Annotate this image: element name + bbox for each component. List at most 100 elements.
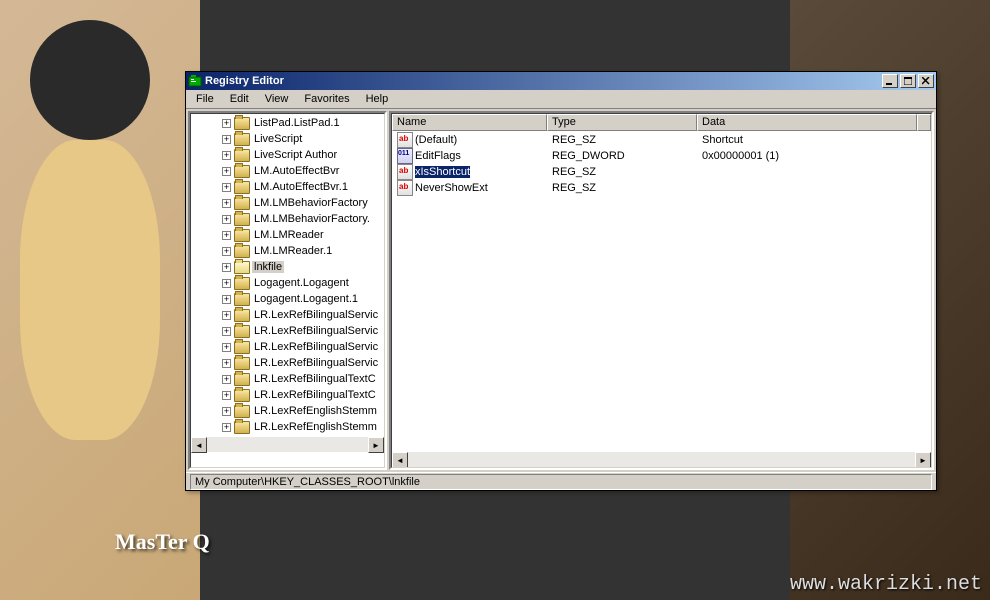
menu-view[interactable]: View xyxy=(257,91,297,107)
registry-tree[interactable]: +ListPad.ListPad.1+LiveScript+LiveScript… xyxy=(191,114,384,436)
tree-item[interactable]: +LR.LexRefBilingualServic xyxy=(192,307,383,323)
tree-item-label: LR.LexRefBilingualTextC xyxy=(252,389,378,401)
scroll-left-button[interactable]: ◄ xyxy=(191,437,207,453)
expand-icon[interactable]: + xyxy=(222,359,231,368)
value-data: Shortcut xyxy=(698,134,918,146)
scroll-right-button[interactable]: ► xyxy=(915,452,931,468)
tree-item-label: LR.LexRefEnglishStemm xyxy=(252,421,379,433)
maximize-button[interactable] xyxy=(900,74,916,88)
tree-item[interactable]: + LR.LexRefBilingualTextC xyxy=(192,387,383,403)
tree-item-label: LR.LexRefBilingualServic xyxy=(252,341,380,353)
expand-icon[interactable]: + xyxy=(222,375,231,384)
menu-help[interactable]: Help xyxy=(358,91,397,107)
value-type: REG_SZ xyxy=(548,166,698,178)
expand-icon[interactable]: + xyxy=(222,295,231,304)
status-path: My Computer\HKEY_CLASSES_ROOT\lnkfile xyxy=(190,474,932,490)
tree-item[interactable]: +LM.LMReader.1 xyxy=(192,243,383,259)
tree-item[interactable]: + LiveScript Author xyxy=(192,147,383,163)
tree-item[interactable]: + LM.LMReader xyxy=(192,227,383,243)
tree-horizontal-scrollbar[interactable]: ◄ ► xyxy=(191,436,384,452)
folder-icon xyxy=(234,309,250,322)
tree-item-label: Logagent.Logagent xyxy=(252,277,351,289)
value-name: NeverShowExt xyxy=(415,182,488,194)
tree-item[interactable]: + LR.LexRefBilingualServic xyxy=(192,355,383,371)
string-value-icon xyxy=(397,132,413,148)
tree-item[interactable]: +LiveScript xyxy=(192,131,383,147)
value-name: (Default) xyxy=(415,134,457,146)
tree-item[interactable]: + LM.LMBehaviorFactory xyxy=(192,195,383,211)
menu-file[interactable]: File xyxy=(188,91,222,107)
scroll-left-button[interactable]: ◄ xyxy=(392,452,408,468)
value-type: REG_SZ xyxy=(548,134,698,146)
tree-item-label: LR.LexRefBilingualServic xyxy=(252,325,380,337)
tree-item[interactable]: + Logagent.Logagent.1 xyxy=(192,291,383,307)
value-row[interactable]: EditFlagsREG_DWORD0x00000001 (1) xyxy=(393,148,930,164)
column-header[interactable]: Name xyxy=(392,114,547,131)
menu-edit[interactable]: Edit xyxy=(222,91,257,107)
tree-item[interactable]: + LR.LexRefBilingualServic xyxy=(192,323,383,339)
tree-item-label: LiveScript Author xyxy=(252,149,339,161)
close-button[interactable] xyxy=(918,74,934,88)
tree-pane: +ListPad.ListPad.1+LiveScript+LiveScript… xyxy=(188,111,387,470)
folder-icon xyxy=(234,229,250,242)
window-title: Registry Editor xyxy=(205,75,880,87)
expand-icon[interactable]: + xyxy=(222,183,231,192)
folder-icon xyxy=(234,357,250,370)
tree-item-label: LM.LMReader xyxy=(252,229,326,241)
folder-icon xyxy=(234,181,250,194)
list-horizontal-scrollbar[interactable]: ◄ ► xyxy=(392,451,931,467)
value-type: REG_DWORD xyxy=(548,150,698,162)
folder-icon xyxy=(234,325,250,338)
expand-icon[interactable]: + xyxy=(222,263,231,272)
expand-icon[interactable]: + xyxy=(222,343,231,352)
expand-icon[interactable]: + xyxy=(222,279,231,288)
value-row[interactable]: xIsShortcutREG_SZ xyxy=(393,164,930,180)
tree-item[interactable]: +LM.AutoEffectBvr.1 xyxy=(192,179,383,195)
folder-icon xyxy=(234,117,250,130)
tree-item[interactable]: +LR.LexRefEnglishStemm xyxy=(192,403,383,419)
expand-icon[interactable]: + xyxy=(222,391,231,400)
tree-item[interactable]: + LR.LexRefBilingualServic xyxy=(192,339,383,355)
values-list[interactable]: (Default)REG_SZShortcutEditFlagsREG_DWOR… xyxy=(392,131,931,451)
tree-item-label: LM.LMBehaviorFactory xyxy=(252,197,370,209)
watermark-url: www.wakrizki.net xyxy=(790,573,982,596)
expand-icon[interactable]: + xyxy=(222,119,231,128)
expand-icon[interactable]: + xyxy=(222,327,231,336)
titlebar[interactable]: Registry Editor xyxy=(186,72,936,90)
folder-icon xyxy=(234,373,250,386)
folder-icon xyxy=(234,341,250,354)
value-row[interactable]: NeverShowExtREG_SZ xyxy=(393,180,930,196)
expand-icon[interactable]: + xyxy=(222,311,231,320)
column-header[interactable]: Type xyxy=(547,114,697,131)
scroll-track[interactable] xyxy=(207,437,368,452)
tree-item[interactable]: +lnkfile xyxy=(192,259,383,275)
expand-icon[interactable]: + xyxy=(222,135,231,144)
tree-item[interactable]: +ListPad.ListPad.1 xyxy=(192,115,383,131)
expand-icon[interactable]: + xyxy=(222,167,231,176)
scroll-right-button[interactable]: ► xyxy=(368,437,384,453)
expand-icon[interactable]: + xyxy=(222,247,231,256)
column-header[interactable]: Data xyxy=(697,114,917,131)
string-value-icon xyxy=(397,164,413,180)
scroll-track[interactable] xyxy=(408,452,915,467)
tree-item[interactable]: + LR.LexRefEnglishStemm xyxy=(192,419,383,435)
expand-icon[interactable]: + xyxy=(222,407,231,416)
background-left-character xyxy=(0,0,200,600)
tree-item[interactable]: +LR.LexRefBilingualTextC xyxy=(192,371,383,387)
folder-icon xyxy=(234,197,250,210)
expand-icon[interactable]: + xyxy=(222,199,231,208)
folder-icon xyxy=(234,389,250,402)
menu-favorites[interactable]: Favorites xyxy=(296,91,357,107)
tree-item[interactable]: +LM.AutoEffectBvr xyxy=(192,163,383,179)
value-row[interactable]: (Default) REG_SZShortcut xyxy=(393,132,930,148)
tree-item-label: LR.LexRefBilingualServic xyxy=(252,357,380,369)
expand-icon[interactable]: + xyxy=(222,215,231,224)
watermark-master-q: MasTer Q xyxy=(115,529,210,555)
expand-icon[interactable]: + xyxy=(222,231,231,240)
minimize-button[interactable] xyxy=(882,74,898,88)
expand-icon[interactable]: + xyxy=(222,423,231,432)
expand-icon[interactable]: + xyxy=(222,151,231,160)
tree-item[interactable]: + Logagent.Logagent xyxy=(192,275,383,291)
tree-item[interactable]: +LM.LMBehaviorFactory. xyxy=(192,211,383,227)
tree-item-label: Logagent.Logagent.1 xyxy=(252,293,360,305)
